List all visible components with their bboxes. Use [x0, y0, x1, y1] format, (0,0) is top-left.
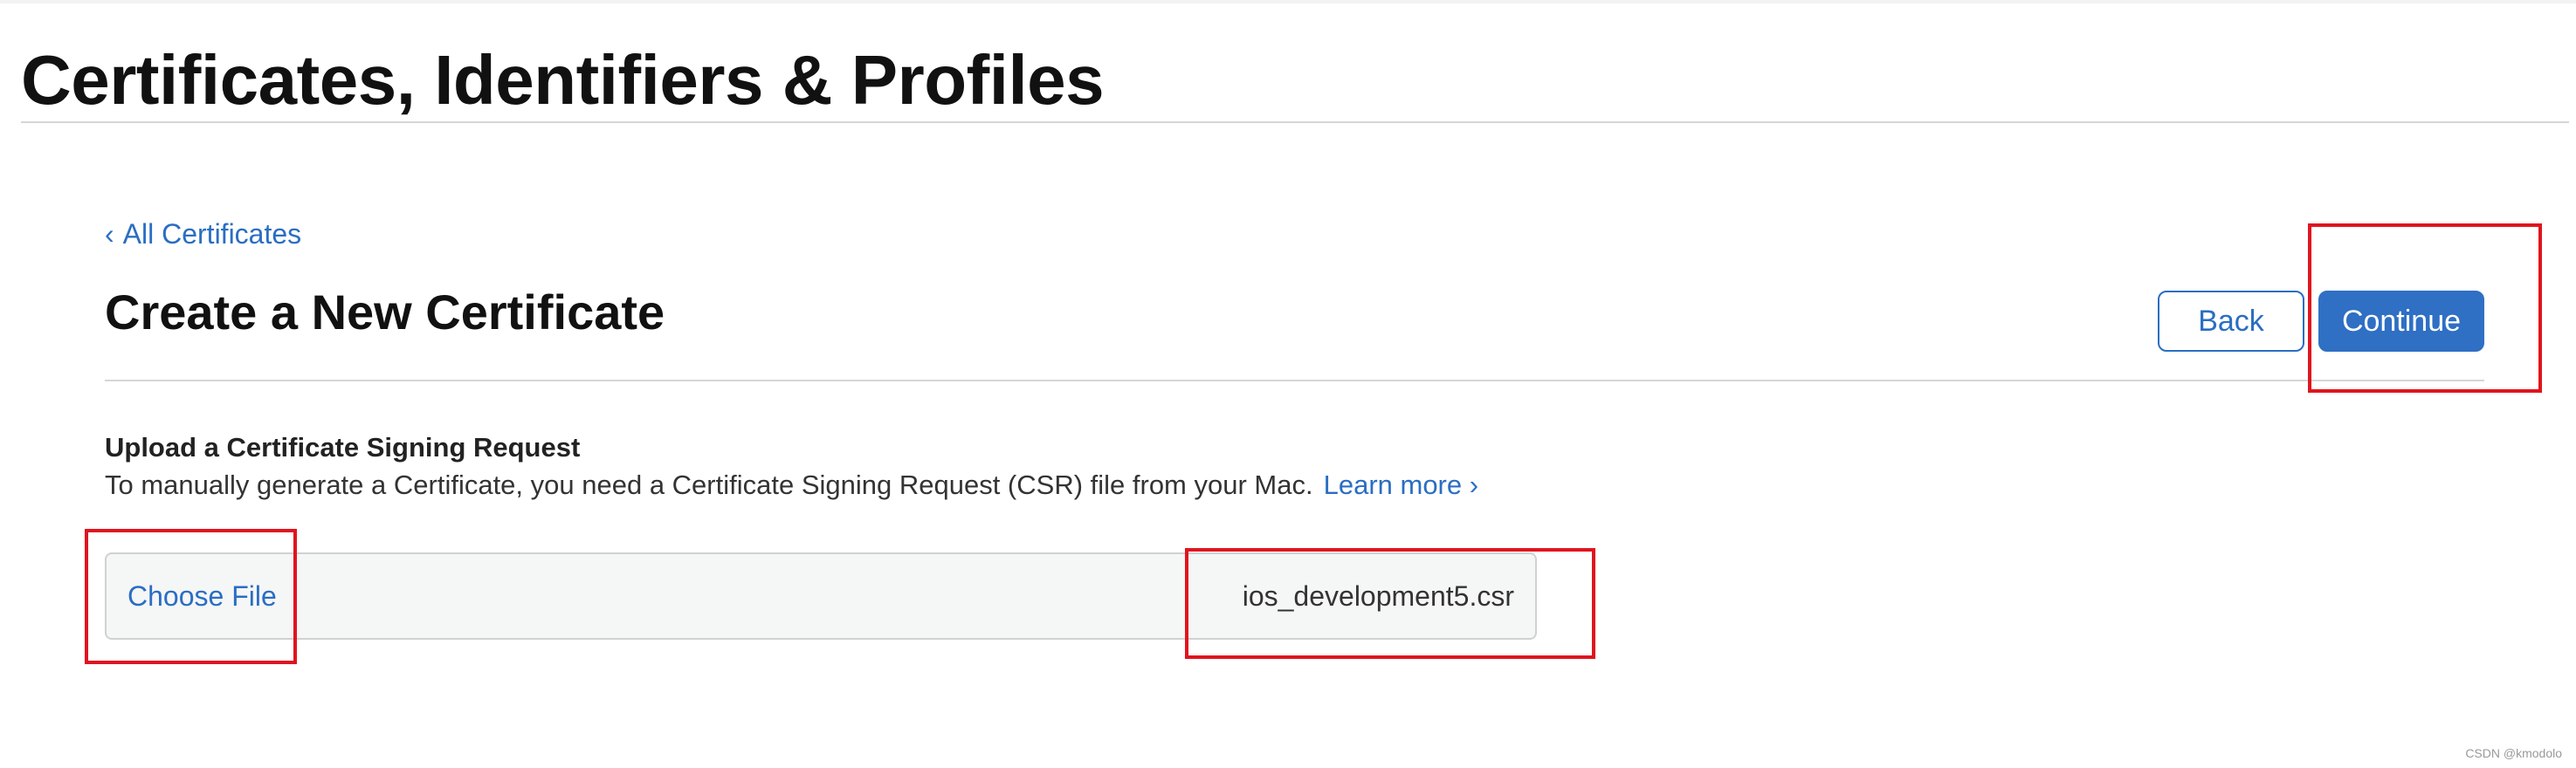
watermark: CSDN @kmodolo [2465, 746, 2562, 760]
selected-file-name: ios_development5.csr [1242, 580, 1514, 612]
upload-description-text: To manually generate a Certificate, you … [105, 470, 1313, 500]
title-divider [21, 121, 2569, 123]
upload-heading: Upload a Certificate Signing Request [105, 432, 581, 463]
upload-description: To manually generate a Certificate, you … [105, 467, 1478, 504]
top-strip [0, 0, 2576, 3]
all-certificates-link[interactable]: ‹ All Certificates [105, 215, 301, 253]
section-title: Create a New Certificate [105, 285, 665, 339]
csr-file-input[interactable]: Choose File ios_development5.csr [105, 552, 1537, 640]
all-certificates-label: All Certificates [122, 218, 302, 250]
back-button[interactable]: Back [2158, 291, 2304, 352]
section-divider [105, 380, 2484, 381]
chevron-left-icon: ‹ [105, 218, 114, 250]
continue-button[interactable]: Continue [2318, 291, 2484, 352]
page-title: Certificates, Identifiers & Profiles [21, 41, 1105, 119]
learn-more-link[interactable]: Learn more › [1324, 470, 1478, 500]
choose-file-button[interactable]: Choose File [127, 554, 277, 638]
